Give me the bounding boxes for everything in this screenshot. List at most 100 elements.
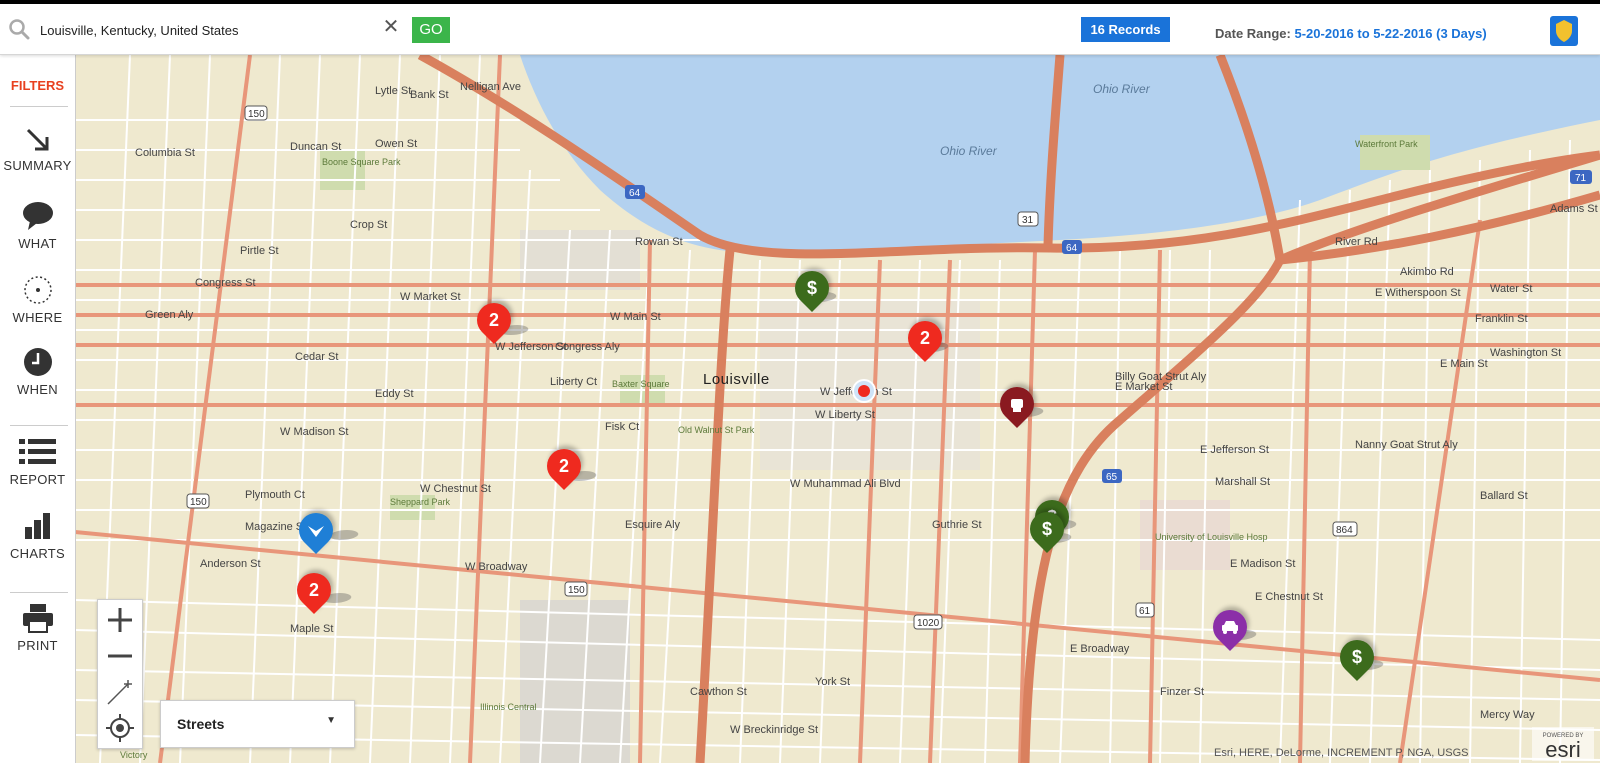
park-label: University of Louisville Hosp <box>1155 532 1268 542</box>
search-icon[interactable] <box>8 18 30 40</box>
cluster-marker[interactable]: 2 <box>469 295 519 345</box>
street-label: Liberty Ct <box>550 376 597 388</box>
route-label: 150 <box>190 497 207 508</box>
plus-icon <box>108 608 132 632</box>
sidebar-item-report[interactable]: REPORT <box>0 437 75 487</box>
street-label: Crop St <box>350 219 387 231</box>
cluster-marker[interactable]: 2 <box>539 441 589 491</box>
street-label: York St <box>815 676 850 688</box>
zoom-in-button[interactable] <box>98 602 142 638</box>
theft-marker[interactable]: $ <box>787 263 837 313</box>
park-label: Victory <box>120 750 148 760</box>
park-label: Illinois Central <box>480 702 537 712</box>
park-label: Sheppard Park <box>390 497 451 507</box>
bar-chart-icon <box>24 513 50 539</box>
divider <box>10 425 68 426</box>
sidebar-item-charts[interactable]: CHARTS <box>0 511 75 561</box>
street-label: Plymouth Ct <box>245 489 305 501</box>
park-label: Boone Square Park <box>322 157 401 167</box>
street-label: Anderson St <box>200 558 261 570</box>
arrow-down-right-icon <box>26 128 48 151</box>
cluster-count: 2 <box>308 580 319 600</box>
street-label: Franklin St <box>1475 313 1528 325</box>
street-label: E Madison St <box>1230 558 1295 570</box>
go-button[interactable]: GO <box>412 17 450 43</box>
street-label: River Rd <box>1335 236 1378 248</box>
street-label: E Main St <box>1440 358 1488 370</box>
records-badge[interactable]: 16 Records <box>1081 17 1170 42</box>
street-label: Akimbo Rd <box>1400 266 1454 278</box>
police-shield-icon[interactable] <box>1550 16 1578 46</box>
clock-icon <box>23 348 52 376</box>
minus-icon <box>108 654 132 658</box>
theft-marker[interactable]: $ <box>1022 504 1072 554</box>
fist-icon <box>1011 399 1023 412</box>
sidebar-item-when[interactable]: WHEN <box>0 347 75 397</box>
clear-search-button[interactable]: ✕ <box>382 16 400 38</box>
street-label: Guthrie St <box>932 519 982 531</box>
sidebar-item-where[interactable]: WHERE <box>0 275 75 325</box>
basemap-dropdown[interactable]: Streets ▼ <box>160 700 355 748</box>
map-view[interactable]: Louisville Ohio River Ohio River Boone S… <box>75 55 1600 763</box>
street-label: Bank St <box>410 89 449 101</box>
map-controls <box>97 599 143 749</box>
speech-bubble-icon <box>22 202 53 230</box>
street-label: Ballard St <box>1480 490 1528 502</box>
dollar-icon: $ <box>1041 519 1052 539</box>
river-label: Ohio River <box>1093 82 1151 96</box>
city-label: Louisville <box>703 371 770 388</box>
search-input[interactable] <box>38 18 382 42</box>
incident-marker[interactable] <box>291 505 341 555</box>
street-label: Billy Goat Strut Aly <box>1115 371 1207 383</box>
route-label: 64 <box>629 188 641 199</box>
sidebar-item-label: CHARTS <box>9 546 65 561</box>
sidebar-item-summary[interactable]: SUMMARY <box>0 127 75 173</box>
filters-label: FILTERS <box>10 78 65 93</box>
cluster-marker[interactable]: 2 <box>289 565 339 615</box>
dotted-circle-icon <box>23 276 52 304</box>
street-label: Eddy St <box>375 388 414 400</box>
date-range: Date Range: 5-20-2016 to 5-22-2016 (3 Da… <box>1215 26 1487 41</box>
street-label: Finzer St <box>1160 686 1204 698</box>
street-label: Cedar St <box>295 351 338 363</box>
list-icon <box>18 439 56 464</box>
street-label: Water St <box>1490 283 1532 295</box>
date-range-value[interactable]: 5-20-2016 to 5-22-2016 (3 Days) <box>1294 26 1486 41</box>
street-label: Nelligan Ave <box>460 81 521 93</box>
street-label: Mercy Way <box>1480 709 1535 721</box>
street-label: Maple St <box>290 623 333 635</box>
street-label: Cawthon St <box>690 686 747 698</box>
park-label: Old Walnut St Park <box>678 425 755 435</box>
street-label: Pirtle St <box>240 245 279 257</box>
measure-button[interactable] <box>98 674 142 710</box>
bird-icon <box>308 526 324 537</box>
basemap-selected-label: Streets <box>177 716 225 732</box>
current-location-dot <box>858 385 870 397</box>
sidebar-item-label: REPORT <box>9 472 66 487</box>
street-label: W Muhammad Ali Blvd <box>790 478 901 490</box>
street-label: W Main St <box>610 311 661 323</box>
locate-button[interactable] <box>98 710 142 746</box>
street-label: E Chestnut St <box>1255 591 1323 603</box>
route-label: 150 <box>568 585 585 596</box>
date-range-label: Date Range: <box>1215 26 1291 41</box>
street-label: W Market St <box>400 291 461 303</box>
vehicle-marker[interactable] <box>1205 602 1255 652</box>
street-label: Rowan St <box>635 236 683 248</box>
cluster-count: 2 <box>919 328 930 348</box>
sidebar: FILTERS SUMMARY WHAT WHERE WHEN REPORT C… <box>0 55 76 763</box>
park-label: Waterfront Park <box>1355 139 1418 149</box>
assault-marker[interactable] <box>992 379 1042 429</box>
sidebar-item-print[interactable]: PRINT <box>0 603 75 653</box>
river-label: Ohio River <box>940 144 998 158</box>
cluster-count: 2 <box>488 310 499 330</box>
cluster-marker[interactable]: 2 <box>900 313 950 363</box>
sidebar-item-what[interactable]: WHAT <box>0 201 75 251</box>
street-label: Washington St <box>1490 347 1561 359</box>
divider <box>10 106 68 107</box>
theft-marker[interactable]: $ <box>1332 632 1382 682</box>
route-label: 64 <box>1066 243 1078 254</box>
park-label: Baxter Square <box>612 379 670 389</box>
zoom-out-button[interactable] <box>98 638 142 674</box>
sidebar-item-label: WHAT <box>18 236 57 251</box>
